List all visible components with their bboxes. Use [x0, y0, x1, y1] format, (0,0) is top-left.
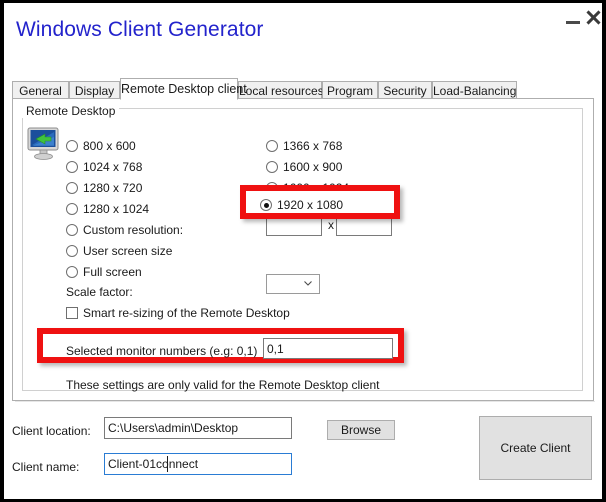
radio-mark	[266, 161, 278, 173]
text-caret	[167, 456, 168, 472]
client-location-input[interactable]	[104, 417, 292, 439]
tab-program[interactable]: Program	[322, 81, 378, 99]
highlight-contents: 1920 x 1080	[246, 191, 394, 213]
group-box-legend: Remote Desktop	[22, 104, 119, 118]
checkbox-label: Smart re-sizing of the Remote Desktop	[83, 305, 290, 321]
radio-label: Full screen	[83, 264, 142, 280]
remote-desktop-monitor-icon	[26, 127, 62, 161]
tab-local-resources[interactable]: Local resources	[238, 81, 322, 99]
radio-mark	[66, 161, 78, 173]
radio-label: Custom resolution:	[83, 222, 183, 238]
app-window: Windows Client Generator General Display…	[4, 3, 602, 499]
settings-note: These settings are only valid for the Re…	[66, 378, 380, 392]
scale-factor-label: Scale factor:	[66, 285, 133, 299]
tab-display[interactable]: Display	[69, 81, 120, 99]
close-icon[interactable]	[585, 9, 603, 27]
radio-label: User screen size	[83, 243, 172, 259]
radio-mark	[66, 140, 78, 152]
tab-strip: General Display Remote Desktop client Lo…	[12, 78, 594, 99]
tab-remote-desktop-client[interactable]: Remote Desktop client	[120, 78, 238, 100]
custom-resolution-separator: x	[328, 218, 334, 232]
radio-label: 1366 x 768	[283, 138, 342, 154]
radio-label: 1920 x 1080	[277, 197, 343, 213]
browse-button[interactable]: Browse	[327, 420, 395, 440]
radio-label: 1280 x 720	[83, 180, 142, 196]
radio-mark	[66, 245, 78, 257]
radio-label: 1600 x 900	[283, 159, 342, 175]
client-location-label: Client location:	[12, 424, 91, 438]
scale-factor-dropdown[interactable]	[266, 274, 320, 294]
minimize-icon[interactable]	[565, 11, 583, 29]
selected-monitor-numbers-label: Selected monitor numbers (e.g: 0,1)	[66, 344, 257, 358]
highlight-1920x1080: 1920 x 1080	[240, 185, 400, 219]
radio-mark	[66, 224, 78, 236]
client-name-input[interactable]	[104, 453, 292, 475]
tab-load-balancing[interactable]: Load-Balancing	[432, 81, 517, 99]
create-client-button[interactable]: Create Client	[479, 416, 592, 480]
title-bar: Windows Client Generator	[4, 3, 602, 69]
radio-label: 800 x 600	[83, 138, 136, 154]
radio-mark	[66, 266, 78, 278]
tab-general[interactable]: General	[12, 81, 69, 99]
radio-mark	[260, 199, 272, 211]
radio-label: 1024 x 768	[83, 159, 142, 175]
footer-divider	[15, 401, 595, 402]
tab-security[interactable]: Security	[378, 81, 432, 99]
radio-mark	[66, 203, 78, 215]
client-name-label: Client name:	[12, 460, 79, 474]
page-title: Windows Client Generator	[16, 18, 264, 42]
selected-monitor-numbers-input[interactable]	[263, 338, 393, 359]
chevron-down-icon	[304, 281, 312, 286]
radio-mark	[266, 140, 278, 152]
radio-label: 1280 x 1024	[83, 201, 149, 217]
radio-mark	[66, 182, 78, 194]
checkbox-mark	[66, 307, 78, 319]
minimize-glyph	[566, 21, 580, 24]
